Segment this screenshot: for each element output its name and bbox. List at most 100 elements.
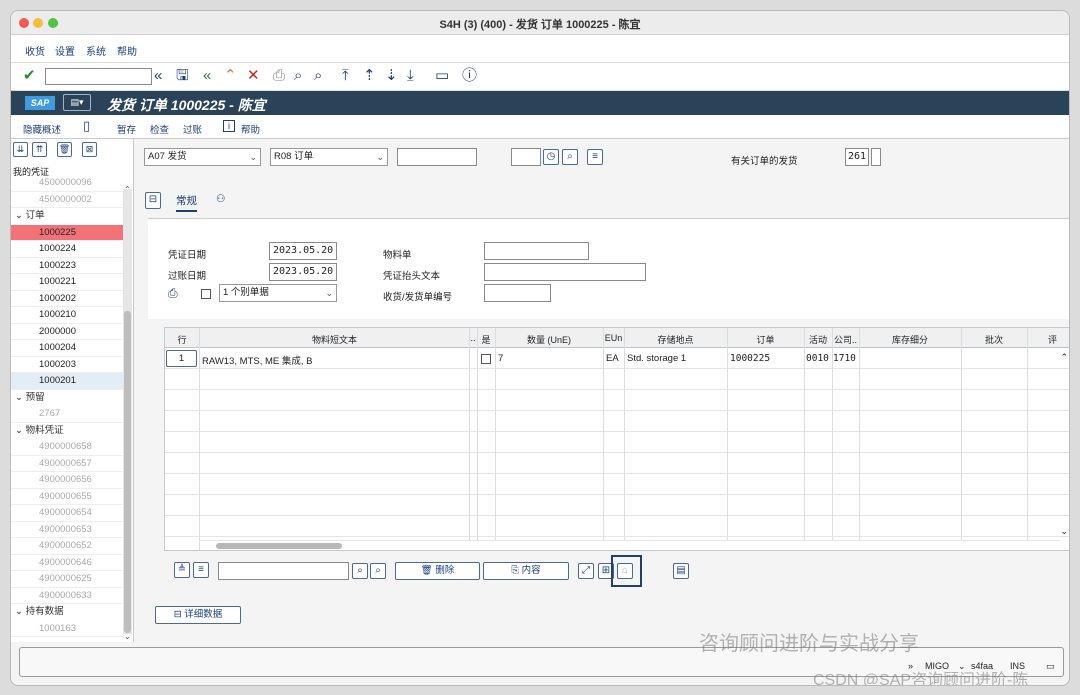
tree-item[interactable]: 4900000655 <box>11 489 123 505</box>
search-next-icon[interactable]: ⌕ <box>370 563 386 579</box>
tab-general[interactable]: 常规 <box>176 193 197 212</box>
content-button[interactable]: ⎘ 内容 <box>483 562 569 580</box>
storage-location-cell[interactable]: Std. storage 1 <box>627 353 686 364</box>
deselect-all-icon[interactable]: ≡ <box>193 562 209 578</box>
next-page-icon[interactable]: ⇣ <box>385 68 398 84</box>
grid-horizontal-scrollbar[interactable] <box>200 540 1060 550</box>
slip-option-select[interactable]: 1 个别单据 ⌄ <box>219 284 337 302</box>
check-button[interactable]: 检查 <box>150 122 169 136</box>
tree-item[interactable]: 4900000658 <box>11 439 123 456</box>
scroll-down-icon[interactable]: ⌄ <box>124 632 131 641</box>
exit-icon[interactable]: ⌃ <box>224 68 237 84</box>
post-date-input[interactable]: 2023.05.20 <box>269 263 337 281</box>
collapse-command-icon[interactable]: « <box>154 68 162 84</box>
header-toggle-icon[interactable]: ⊟ <box>145 192 161 209</box>
search-icon[interactable]: ⌕ <box>562 149 578 165</box>
grid-search-input[interactable] <box>218 562 349 580</box>
chevron-down-icon[interactable]: ⌄ <box>15 425 26 436</box>
movement-type-input[interactable]: 261 <box>845 148 869 166</box>
quantity-cell[interactable]: 7 <box>498 353 503 364</box>
info-icon[interactable]: i <box>223 120 235 132</box>
back-icon[interactable]: « <box>203 68 211 84</box>
empty-table-row[interactable] <box>165 474 1069 495</box>
bill-input[interactable] <box>484 284 551 302</box>
tree-item[interactable]: 1000224 <box>11 241 123 258</box>
col-stock-segment[interactable]: 库存细分 <box>859 333 961 346</box>
last-page-icon[interactable]: ⤓ <box>407 68 414 84</box>
tree-item[interactable]: 2767 <box>11 406 123 423</box>
ok-checkbox[interactable] <box>481 354 491 364</box>
tree-item[interactable]: 4900000656 <box>11 472 123 489</box>
hold-button[interactable]: 暂存 <box>117 122 136 136</box>
new-session-icon[interactable]: ▭ <box>435 68 449 84</box>
tree-node[interactable]: ⌄ 持有数据 <box>11 604 123 621</box>
company-cell[interactable]: 1710 <box>833 353 856 364</box>
col-order[interactable]: 订单 <box>727 333 804 346</box>
table-row[interactable]: 1 RAW13, MTS, ME 集成, B 7 EA Std. storage… <box>165 348 1069 369</box>
expand-all-icon[interactable]: ⇊ <box>13 142 28 157</box>
tree-item[interactable]: 1000221 <box>11 274 123 291</box>
item-input[interactable] <box>511 148 541 166</box>
col-quantity[interactable]: 数量 (UnE) <box>495 333 603 346</box>
close-pane-icon[interactable]: ⊠ <box>82 142 97 157</box>
empty-table-row[interactable] <box>165 516 1069 537</box>
col-activity[interactable]: 活动 <box>804 333 832 346</box>
grid-scroll-up-icon[interactable]: ⌃ <box>1060 352 1068 363</box>
grid-scroll-thumb[interactable] <box>216 543 342 549</box>
first-page-icon[interactable]: ⤒ <box>342 68 349 84</box>
delete-button[interactable]: 🗑 删除 <box>395 562 480 580</box>
line-number-button[interactable]: 1 <box>166 350 197 367</box>
tree-item[interactable]: 4900000657 <box>11 456 123 472</box>
grid-scroll-down-icon[interactable]: ⌄ <box>1060 526 1068 537</box>
search-icon[interactable]: ⌕ <box>352 563 368 579</box>
list-icon[interactable]: ≡ <box>587 149 603 165</box>
menu-item-help[interactable]: 帮助 <box>117 43 137 58</box>
post-button[interactable]: 过账 <box>183 122 202 136</box>
tree-scroll-thumb[interactable] <box>124 311 131 633</box>
tree-item[interactable]: 4900000653 <box>11 522 123 538</box>
doc-date-input[interactable]: 2023.05.20 <box>269 242 337 260</box>
unit-cell[interactable]: EA <box>606 353 619 364</box>
material-slip-input[interactable] <box>484 242 589 260</box>
tree-scrollbar[interactable] <box>123 189 132 634</box>
menu-item-system[interactable]: 系统 <box>86 43 106 58</box>
tree-item[interactable]: 1000225 <box>11 224 123 241</box>
tree-item[interactable]: 4900000633 <box>11 588 123 604</box>
tree-item[interactable]: 1000201 <box>11 373 123 390</box>
find-next-icon[interactable]: ⌕ <box>314 68 322 84</box>
help-button[interactable]: 帮助 <box>241 122 260 136</box>
col-material-text[interactable]: 物料短文本 <box>200 333 469 346</box>
tree-item[interactable]: 4500000002 <box>11 192 123 208</box>
tree-item[interactable]: 4900000625 <box>11 571 123 588</box>
help-icon[interactable]: ⓘ <box>462 68 477 84</box>
tree-item[interactable]: 1000203 <box>11 357 123 373</box>
document-icon[interactable]: ▯ <box>83 118 90 134</box>
empty-table-row[interactable] <box>165 411 1069 432</box>
reference-document-input[interactable] <box>397 148 477 166</box>
col-company[interactable]: 公司.. <box>832 333 859 346</box>
chevron-down-icon[interactable]: ⌄ <box>15 392 26 403</box>
empty-table-row[interactable] <box>165 390 1069 411</box>
reference-select[interactable]: R08 订单 ⌄ <box>270 148 388 166</box>
tab-partner-icon[interactable]: ⚇ <box>216 193 225 205</box>
tree-item[interactable]: 1000202 <box>11 291 123 307</box>
tree-item[interactable]: 4900000654 <box>11 505 123 522</box>
tree-node[interactable]: ⌄ 物料凭证 <box>11 423 123 440</box>
home-icon[interactable]: ⌂ <box>617 563 633 579</box>
empty-table-row[interactable] <box>165 369 1069 390</box>
empty-table-row[interactable] <box>165 495 1069 516</box>
tree-item[interactable]: 1000163 <box>11 621 123 637</box>
command-field[interactable] <box>45 68 152 85</box>
delete-icon[interactable]: 🗑 <box>57 142 72 157</box>
col-ok[interactable]: 是 <box>477 333 495 346</box>
menu-item-receive[interactable]: 收货 <box>25 43 45 58</box>
transaction-select[interactable]: A07 发货 ⌄ <box>144 148 261 166</box>
order-cell[interactable]: 1000225 <box>730 353 770 364</box>
tree-item[interactable]: 1000223 <box>11 258 123 274</box>
tree-item[interactable]: 4900000646 <box>11 555 123 571</box>
empty-table-row[interactable] <box>165 453 1069 474</box>
history-icon[interactable]: ◷ <box>543 149 559 165</box>
activity-cell[interactable]: 0010 <box>806 353 829 364</box>
expand-icon[interactable]: ⤢ <box>578 563 594 579</box>
tree-item[interactable]: 1000204 <box>11 340 123 357</box>
